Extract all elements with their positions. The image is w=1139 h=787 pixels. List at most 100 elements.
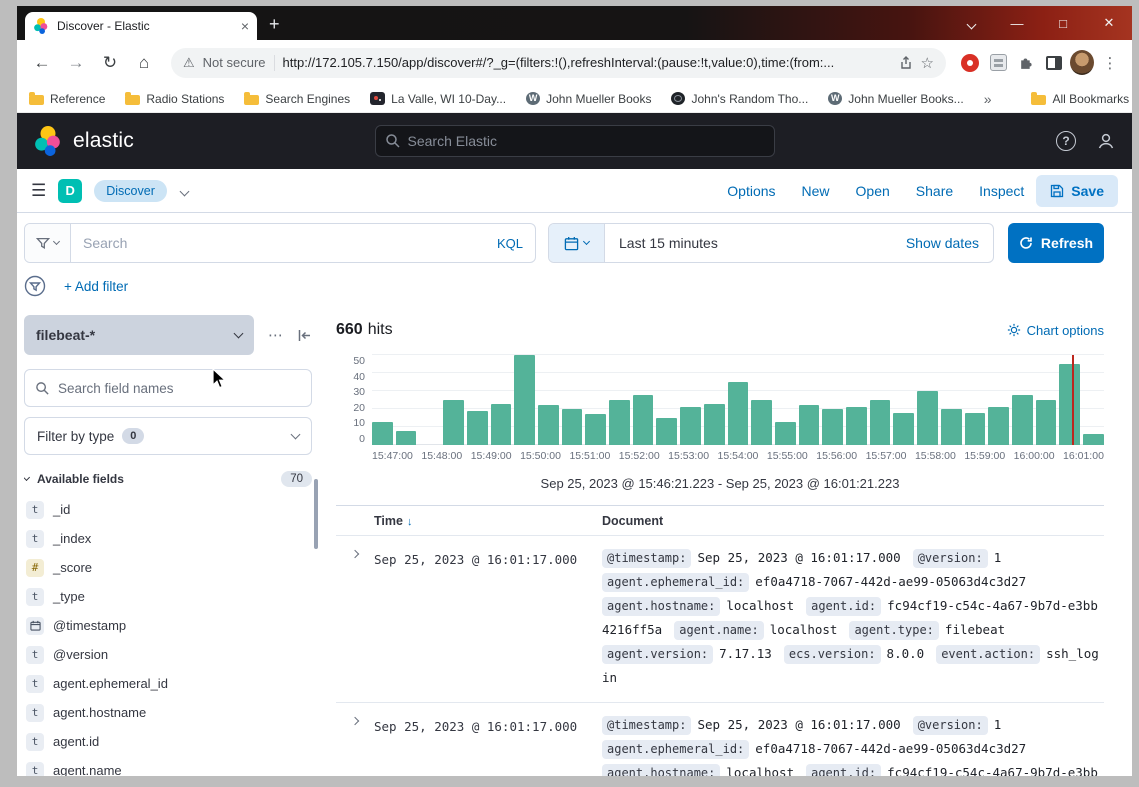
filter-set-icon[interactable] <box>24 275 46 297</box>
histogram-bar[interactable] <box>704 404 725 445</box>
field-item[interactable]: tagent.hostname <box>24 698 312 727</box>
histogram-bar[interactable] <box>1059 364 1080 445</box>
field-item[interactable]: #_score <box>24 553 312 582</box>
query-search-input[interactable] <box>71 235 485 251</box>
time-range-value[interactable]: Last 15 minutes <box>605 235 718 251</box>
maximize-button[interactable]: □ <box>1040 16 1086 31</box>
side-panel-icon[interactable] <box>1042 51 1066 75</box>
histogram-bar[interactable] <box>965 413 986 445</box>
field-search-box[interactable] <box>24 369 312 407</box>
reload-button[interactable]: ↻ <box>95 48 125 78</box>
field-item[interactable]: t_type <box>24 582 312 611</box>
doc-field-name[interactable]: agent.ephemeral_id: <box>602 740 749 759</box>
histogram-bar[interactable] <box>633 395 654 445</box>
doc-field-name[interactable]: agent.id: <box>806 764 881 776</box>
histogram-bar[interactable] <box>728 382 749 445</box>
minimize-button[interactable]: — <box>994 16 1040 31</box>
histogram-bar[interactable] <box>396 431 417 445</box>
back-button[interactable]: ← <box>27 48 57 78</box>
doc-field-name[interactable]: @timestamp: <box>602 716 691 735</box>
nav-link-options[interactable]: Options <box>727 183 775 199</box>
field-item[interactable]: tagent.ephemeral_id <box>24 669 312 698</box>
nav-link-share[interactable]: Share <box>916 183 953 199</box>
doc-field-name[interactable]: @version: <box>913 716 988 735</box>
index-pattern-switcher[interactable]: filebeat-* <box>24 315 254 355</box>
boxes-horizontal-icon[interactable]: ⋯ <box>268 326 283 344</box>
close-button[interactable]: ✕ <box>1086 15 1132 31</box>
doc-field-name[interactable]: agent.name: <box>674 621 763 640</box>
bookmark-item[interactable]: Reference <box>29 92 105 106</box>
new-tab-button[interactable]: + <box>269 14 280 35</box>
field-search-input[interactable] <box>58 381 301 396</box>
kql-syntax-button[interactable]: KQL <box>485 236 535 251</box>
calendar-menu-button[interactable] <box>549 224 605 262</box>
breadcrumb-chevron-icon[interactable] <box>181 182 188 200</box>
doc-field-name[interactable]: event.action: <box>936 645 1040 664</box>
histogram-bar[interactable] <box>1012 395 1033 445</box>
histogram-bar[interactable] <box>846 407 867 445</box>
collapse-sidebar-icon[interactable] <box>297 328 312 343</box>
histogram-bar[interactable] <box>562 409 583 445</box>
expand-row-button[interactable] <box>336 713 374 776</box>
show-dates-button[interactable]: Show dates <box>906 235 993 251</box>
bookmark-item[interactable]: John Mueller Books... <box>828 92 963 106</box>
extension-red-icon[interactable] <box>958 51 982 75</box>
share-icon[interactable] <box>899 56 913 70</box>
help-icon[interactable]: ? <box>1056 131 1076 151</box>
menu-icon[interactable]: ☰ <box>31 181 46 201</box>
sidebar-scrollbar[interactable] <box>314 479 318 549</box>
time-column-header[interactable]: Time↓ <box>374 514 602 528</box>
histogram-bar[interactable] <box>775 422 796 445</box>
doc-field-name[interactable]: agent.id: <box>806 597 881 616</box>
profile-avatar[interactable] <box>1070 51 1094 75</box>
histogram-bar[interactable] <box>893 413 914 445</box>
bookmark-star-icon[interactable]: ☆ <box>921 54 934 72</box>
bookmark-item[interactable]: Radio Stations <box>125 92 224 106</box>
extensions-puzzle-icon[interactable] <box>1014 51 1038 75</box>
doc-field-name[interactable]: @timestamp: <box>602 549 691 568</box>
nav-link-open[interactable]: Open <box>856 183 890 199</box>
filter-by-type-dropdown[interactable]: Filter by type 0 <box>24 417 312 455</box>
elastic-search-box[interactable] <box>375 125 775 157</box>
bookmark-item[interactable]: Search Engines <box>244 92 350 106</box>
histogram-bar[interactable] <box>1083 434 1104 445</box>
field-item[interactable]: t_id <box>24 495 312 524</box>
histogram-bar[interactable] <box>514 355 535 445</box>
histogram-bar[interactable] <box>822 409 843 445</box>
doc-field-name[interactable]: agent.hostname: <box>602 764 720 776</box>
breadcrumb[interactable]: Discover <box>94 180 167 202</box>
save-button[interactable]: Save <box>1036 175 1118 207</box>
histogram-bar[interactable] <box>1036 400 1057 445</box>
bookmark-item[interactable]: La Valle, WI 10-Day... <box>370 92 506 106</box>
histogram-bar[interactable] <box>372 422 393 445</box>
nav-link-inspect[interactable]: Inspect <box>979 183 1024 199</box>
nav-link-new[interactable]: New <box>802 183 830 199</box>
histogram-bar[interactable] <box>585 414 606 445</box>
expand-row-button[interactable] <box>336 546 374 690</box>
histogram-bar[interactable] <box>656 418 677 445</box>
available-fields-header[interactable]: Available fields 70 <box>24 471 312 487</box>
tab-close-icon[interactable]: × <box>241 18 249 34</box>
field-item[interactable]: @timestamp <box>24 611 312 640</box>
chart-options-button[interactable]: Chart options <box>1007 323 1104 338</box>
doc-field-name[interactable]: ecs.version: <box>784 645 881 664</box>
histogram-bar[interactable] <box>538 405 559 445</box>
tab-search-icon[interactable] <box>948 16 994 31</box>
histogram-bar[interactable] <box>988 407 1009 445</box>
histogram-bar[interactable] <box>443 400 464 445</box>
all-bookmarks-button[interactable]: All Bookmarks <box>1031 92 1129 106</box>
home-button[interactable]: ⌂ <box>129 48 159 78</box>
url-text[interactable]: http://172.105.7.150/app/discover#/?_g=(… <box>283 55 891 70</box>
histogram-bar[interactable] <box>680 407 701 445</box>
elastic-logo[interactable]: elastic <box>33 126 293 156</box>
doc-field-name[interactable]: @version: <box>913 549 988 568</box>
forward-button[interactable]: → <box>61 48 91 78</box>
field-item[interactable]: t@version <box>24 640 312 669</box>
add-filter-button[interactable]: + Add filter <box>64 279 128 294</box>
browser-menu-icon[interactable]: ⋮ <box>1098 51 1122 75</box>
bookmark-item[interactable]: John Mueller Books <box>526 92 651 106</box>
user-menu-icon[interactable] <box>1096 131 1116 151</box>
histogram-bar[interactable] <box>491 404 512 445</box>
histogram-bar[interactable] <box>941 409 962 445</box>
elastic-search-input[interactable] <box>408 133 764 149</box>
